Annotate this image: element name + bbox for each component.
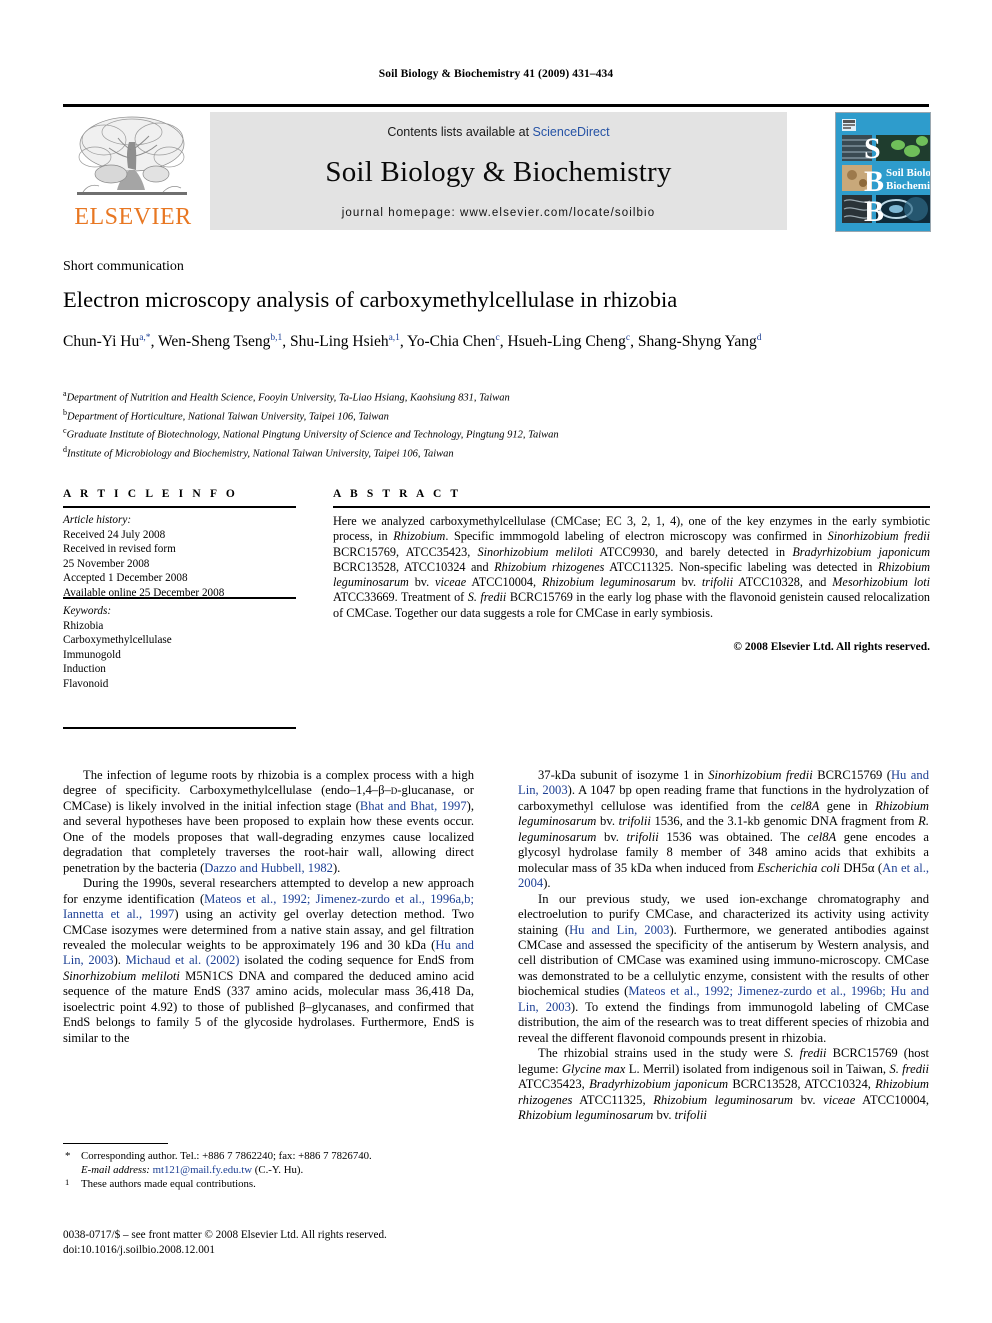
journal-cover-thumbnail: S B B Soil Biology & Biochemistry: [835, 112, 931, 232]
copyright-line: © 2008 Elsevier Ltd. All rights reserved…: [733, 641, 930, 653]
equal-contributions-text: These authors made equal contributions.: [81, 1178, 256, 1191]
front-matter-line: 0038-0717/$ – see front matter © 2008 El…: [63, 1229, 387, 1241]
abstract-text: Here we analyzed carboxymethylcellulase …: [333, 514, 931, 620]
footnote-rule: [63, 1143, 168, 1144]
body-paragraph: The infection of legume roots by rhizobi…: [63, 768, 474, 875]
elsevier-tree-icon: [71, 112, 193, 205]
affiliation-item: bDepartment of Horticulture, National Ta…: [63, 407, 389, 423]
contents-prefix: Contents lists available at: [387, 125, 533, 139]
affiliation-marker: b: [63, 407, 67, 417]
page-title: Electron microscopy analysis of carboxym…: [63, 287, 678, 312]
footnote-equal-contributions: 1 These authors made equal contributions…: [63, 1177, 478, 1192]
journal-masthead: ELSEVIER Contents lists available at Sci…: [63, 104, 931, 232]
keywords-block: Keywords: Rhizobia Carboxymethylcellulase I…: [63, 604, 298, 691]
footnote-marker-one: 1: [65, 1177, 70, 1188]
body-paragraph: In our previous study, we used ion-excha…: [518, 891, 929, 1045]
abstract-heading: A B S T R A C T: [333, 488, 462, 500]
affiliation-item: cGraduate Institute of Biotechnology, Na…: [63, 426, 559, 441]
body-column-left: The infection of legume roots by rhizobi…: [63, 768, 474, 1046]
affiliation-marker: c: [63, 426, 67, 436]
article-history-line: Received in revised form: [63, 543, 176, 555]
svg-text:S: S: [864, 132, 881, 165]
keyword-item: Carboxymethylcellulase: [63, 634, 172, 646]
keyword-item: Rhizobia: [63, 619, 104, 632]
body-paragraph: During the 1990s, several researchers at…: [63, 876, 474, 1045]
contents-available-line: Contents lists available at ScienceDirec…: [210, 125, 787, 139]
journal-homepage-line[interactable]: journal homepage: www.elsevier.com/locat…: [210, 207, 787, 219]
masthead-banner: Contents lists available at ScienceDirec…: [210, 112, 787, 230]
article-type-kicker: Short communication: [63, 259, 184, 274]
svg-text:B: B: [864, 195, 884, 228]
body-column-right: 37-kDa subunit of isozyme 1 in Sinorhizo…: [518, 768, 929, 1123]
article-history-line: Accepted 1 December 2008: [63, 572, 188, 584]
running-head: Soil Biology & Biochemistry 41 (2009) 43…: [378, 68, 614, 80]
keywords-label: Keywords:: [63, 605, 112, 617]
article-info-rule-bottom: [63, 727, 296, 729]
journal-title: Soil Biology & Biochemistry: [325, 156, 672, 188]
article-history-line: Available online 25 December 2008: [63, 586, 225, 599]
article-history-line: 25 November 2008: [63, 557, 150, 570]
article-history-block: Article history: Received 24 July 2008 Rec…: [63, 513, 298, 600]
body-paragraph: 37-kDa subunit of isozyme 1 in Sinorhizo…: [518, 768, 930, 891]
elsevier-wordmark: ELSEVIER: [74, 204, 192, 230]
article-info-rule-top: [63, 506, 296, 508]
imprint-block: 0038-0717/$ – see front matter © 2008 El…: [63, 1228, 493, 1257]
email-label: E-mail address:: [81, 1163, 150, 1176]
affiliation-marker: d: [63, 445, 67, 455]
svg-text:Soil Biology &: Soil Biology &: [886, 167, 930, 179]
article-info-heading: A R T I C L E I N F O: [63, 488, 238, 500]
author-list: Chun-Yi Hua,*, Wen-Sheng Tsengb,1, Shu-L…: [63, 333, 762, 351]
keyword-item: Flavonoid: [63, 677, 109, 690]
journal-article-page: Soil Biology & Biochemistry 41 (2009) 43…: [0, 0, 992, 1323]
keyword-item: Immunogold: [63, 648, 121, 661]
svg-text:Biochemistry: Biochemistry: [886, 180, 930, 192]
affiliation-item: dInstitute of Microbiology and Biochemis…: [63, 445, 454, 460]
elsevier-logo: ELSEVIER: [63, 112, 203, 230]
abstract-rule-top: [333, 506, 930, 508]
keyword-item: Induction: [63, 663, 106, 675]
svg-text:B: B: [864, 165, 884, 198]
affiliation-item: aDepartment of Nutrition and Health Scie…: [63, 389, 510, 404]
email-address-link[interactable]: mt121@mail.fy.edu.tw: [153, 1164, 253, 1176]
masthead-top-rule: [63, 104, 929, 107]
footnote-marker-asterisk: *: [65, 1150, 71, 1162]
affiliation-marker: a: [63, 389, 67, 398]
email-suffix: (C.-Y. Hu).: [254, 1163, 304, 1176]
body-paragraph: The rhizobial strains used in the study …: [518, 1046, 930, 1122]
article-history-label: Article history:: [63, 514, 132, 526]
article-history-line: Received 24 July 2008: [63, 528, 166, 541]
sciencedirect-link[interactable]: ScienceDirect: [533, 125, 610, 139]
affiliation-list: aDepartment of Nutrition and Health Scie…: [63, 387, 943, 462]
footnote-block: * Corresponding author. Tel.: +886 7 786…: [63, 1150, 478, 1193]
doi-line: doi:10.1016/j.soilbio.2008.12.001: [63, 1243, 215, 1256]
corresponding-author-text: Corresponding author. Tel.: +886 7 78622…: [81, 1150, 372, 1162]
footnote-corresponding-author: * Corresponding author. Tel.: +886 7 786…: [63, 1150, 478, 1177]
